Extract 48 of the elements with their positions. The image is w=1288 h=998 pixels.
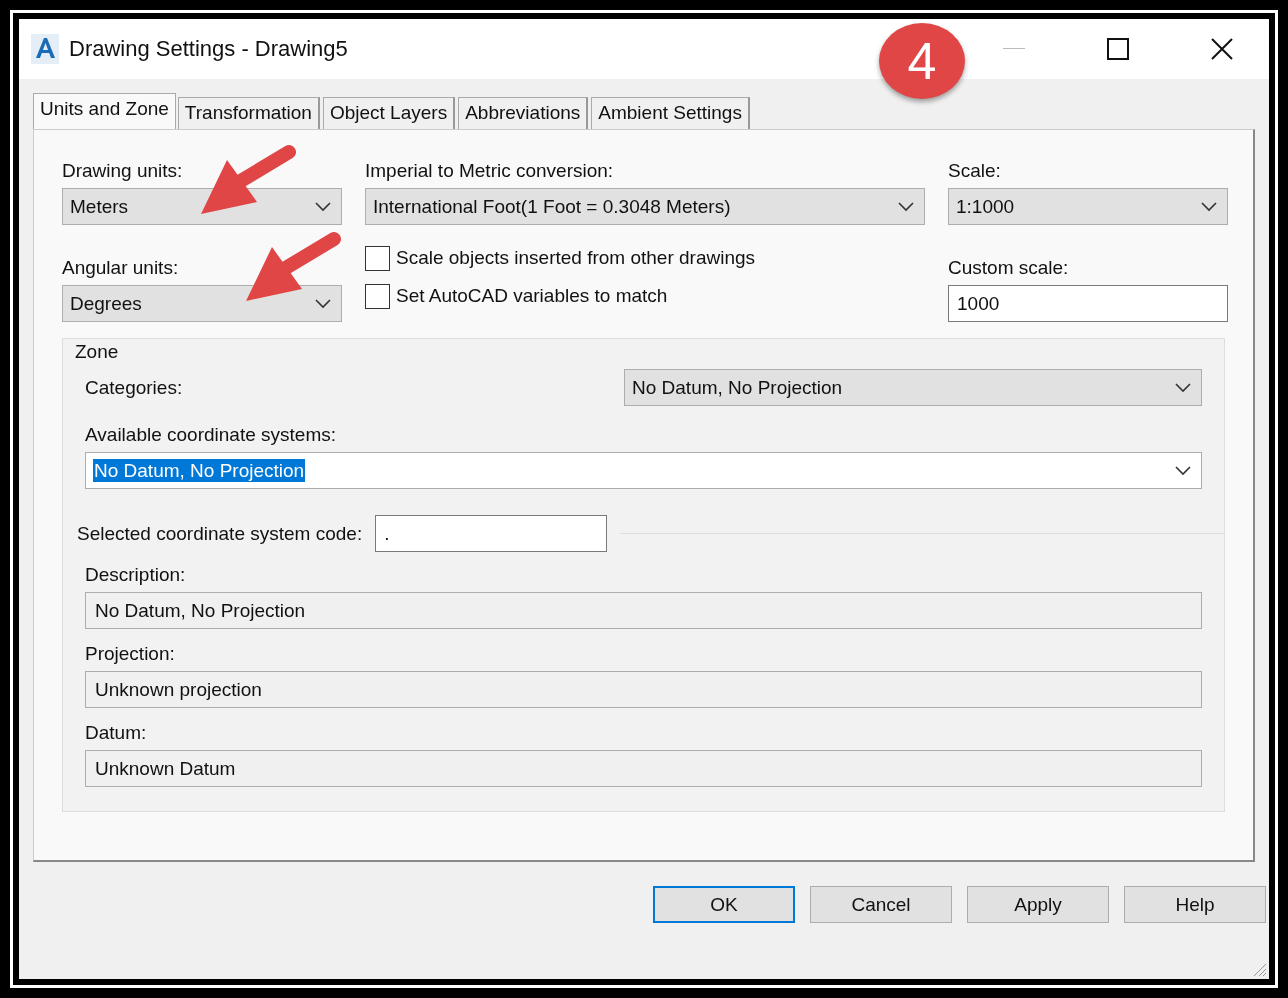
checkbox-label: Scale objects inserted from other drawings: [396, 247, 756, 269]
app-logo-icon: [31, 34, 59, 64]
dropdown[interactable]: No Datum, No Projection: [624, 369, 1202, 406]
close-icon: [1211, 38, 1233, 60]
field-label: Angular units:: [62, 257, 180, 279]
checkbox-label: Set AutoCAD variables to match: [396, 285, 668, 307]
dialog-button[interactable]: OK: [653, 886, 795, 923]
input-field[interactable]: 1000: [948, 285, 1228, 322]
chevron-down-icon: [1175, 382, 1191, 393]
field-label: Description:: [85, 564, 187, 586]
chevron-down-icon: [1175, 465, 1191, 476]
dialog-button[interactable]: Apply: [967, 886, 1109, 923]
dialog-button[interactable]: Cancel: [810, 886, 952, 923]
resize-grip-icon: [1251, 961, 1267, 977]
dropdown[interactable]: 1:1000: [948, 188, 1228, 225]
tab[interactable]: Units and Zone: [33, 93, 176, 129]
maximize-icon: [1107, 38, 1129, 60]
readonly-field: Unknown Datum: [85, 750, 1202, 787]
dialog-button[interactable]: Help: [1124, 886, 1266, 923]
chevron-down-icon: [315, 298, 331, 309]
tab[interactable]: Abbreviations: [458, 97, 589, 129]
dropdown[interactable]: Meters: [62, 188, 342, 225]
readonly-field: Unknown projection: [85, 671, 1202, 708]
minimize-icon: [1003, 48, 1025, 50]
field-label: Datum:: [85, 722, 148, 744]
dropdown[interactable]: Degrees: [62, 285, 342, 322]
field-label: Scale:: [948, 160, 1002, 182]
field-label: Imperial to Metric conversion:: [365, 160, 615, 182]
tab[interactable]: Object Layers: [322, 97, 456, 129]
tab[interactable]: Ambient Settings: [591, 97, 750, 129]
chevron-down-icon: [898, 201, 914, 212]
readonly-field: No Datum, No Projection: [85, 592, 1202, 629]
field-label: Available coordinate systems:: [85, 424, 337, 446]
checkbox[interactable]: [365, 245, 390, 271]
field-label: Selected coordinate system code:: [77, 522, 363, 545]
tab[interactable]: Transformation: [177, 97, 320, 129]
window-title: Drawing Settings - Drawing5: [69, 36, 348, 62]
field-label: Custom scale:: [948, 257, 1070, 279]
field-label: Drawing units:: [62, 160, 184, 182]
dropdown[interactable]: No Datum, No Projection: [85, 452, 1202, 489]
checkbox[interactable]: [365, 283, 390, 309]
field-label: Projection:: [85, 643, 176, 665]
field-label: Categories:: [85, 376, 183, 399]
chevron-down-icon: [1201, 201, 1217, 212]
dropdown[interactable]: International Foot(1 Foot = 0.3048 Meters): [365, 188, 925, 225]
input-field[interactable]: .: [375, 515, 608, 552]
chevron-down-icon: [315, 201, 331, 212]
group-title: Zone: [75, 340, 120, 363]
